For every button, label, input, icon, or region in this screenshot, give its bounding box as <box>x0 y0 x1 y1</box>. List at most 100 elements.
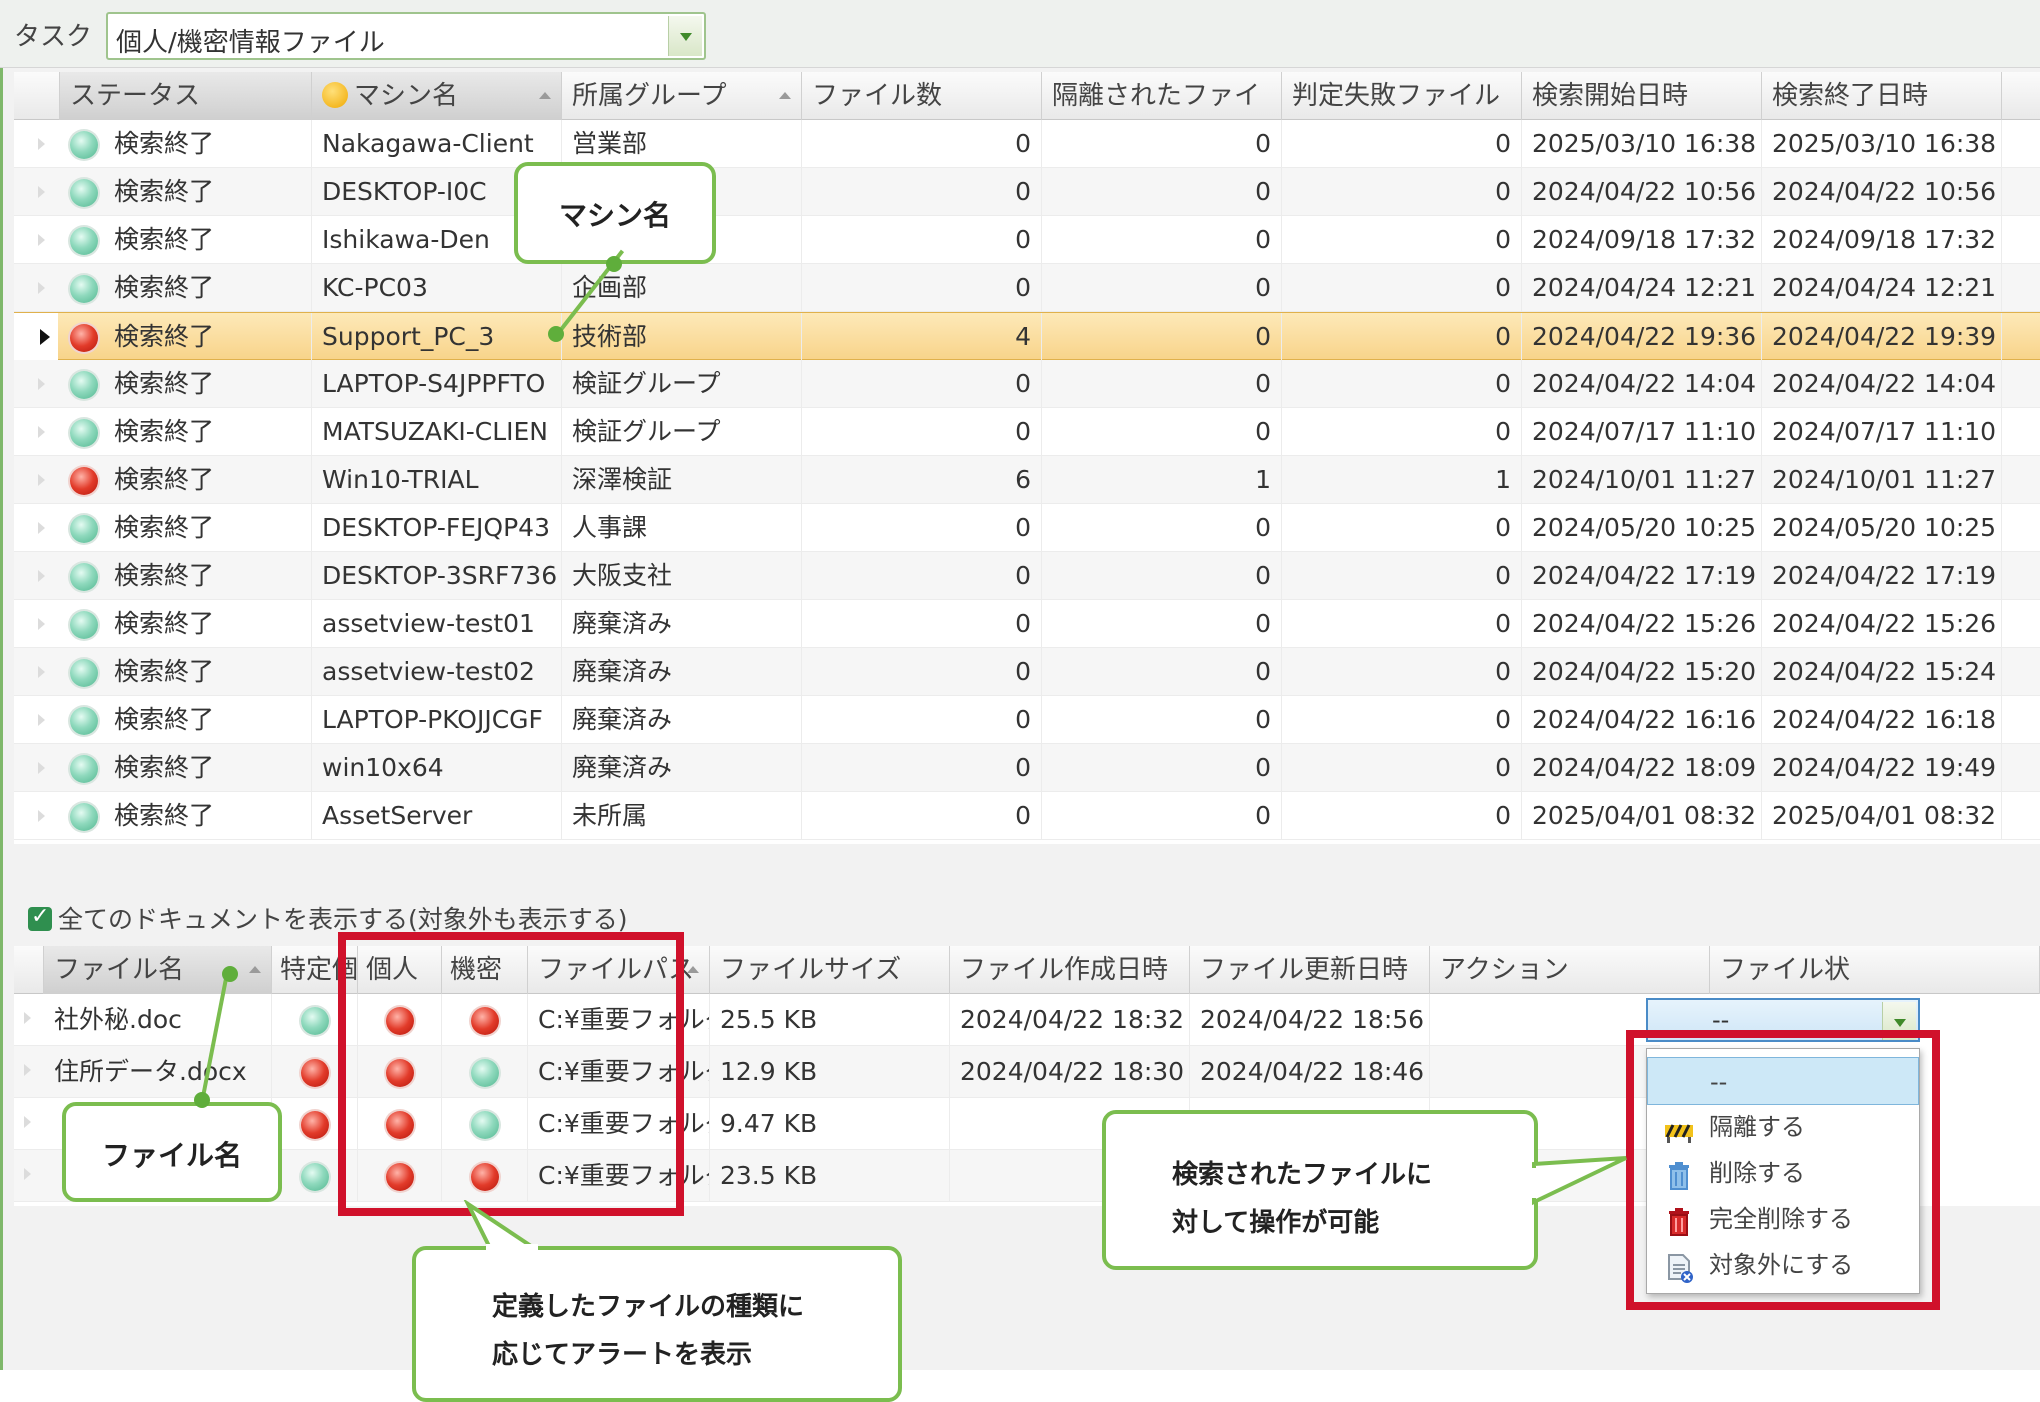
show-all-docs-checkbox[interactable]: 全てのドキュメントを表示する(対象外も表示する) <box>28 900 628 936</box>
table-row[interactable]: 検索終了 win10x64 廃棄済み 0 0 0 2024/04/22 18:09 2024/… <box>14 744 2040 792</box>
callout-action: 検索されたファイルに 対して操作が可能 <box>1102 1110 1538 1270</box>
table-row[interactable]: 検索終了 LAPTOP-S4JPPFTO 検証グループ 0 0 0 2024/04/22 1… <box>14 360 2040 408</box>
row-pointer-icon <box>38 138 45 150</box>
callout-alert: 定義したファイルの種類に 応じてアラートを表示 <box>412 1246 902 1402</box>
callout-pin-file-top <box>222 966 238 982</box>
status-cell: 検索終了 <box>60 792 312 840</box>
chevron-down-icon[interactable] <box>668 16 702 56</box>
column-header-label: 所属グループ <box>572 81 727 111</box>
column-header-5[interactable]: 隔離されたファイ <box>1042 72 1282 120</box>
file-column-header-8[interactable]: ファイル更新日時 <box>1190 946 1430 994</box>
column-header-3[interactable]: 所属グループ <box>562 72 802 120</box>
table-row-selected[interactable]: 検索終了 Support_PC_3 技術部 4 0 0 2024/04/22 19:36 20… <box>14 312 2040 361</box>
column-header-7[interactable]: 検索開始日時 <box>1522 72 1762 120</box>
group-cell: 廃棄済み <box>562 696 802 744</box>
status-cell: 検索終了 <box>60 360 312 408</box>
status-cell: 検索終了 <box>60 504 312 552</box>
start-cell: 2025/03/10 16:38 <box>1522 120 1762 168</box>
group-cell: 廃棄済み <box>562 600 802 648</box>
machine-grid-header: ステータス マシン名 所属グループ ファイル数 隔離されたファイ 判定失敗ファイル 検索開始… <box>14 72 2040 120</box>
sort-asc-icon[interactable] <box>249 966 261 973</box>
machine-cell: LAPTOP-PKOJJCGF <box>312 696 562 744</box>
status-text: 検索終了 <box>114 753 215 782</box>
start-cell: 2024/04/22 16:16 <box>1522 696 1762 744</box>
failed-cell: 0 <box>1282 408 1522 456</box>
failed-cell: 0 <box>1282 216 1522 264</box>
callout-action-line1: 検索されたファイルに <box>1172 1160 1433 1190</box>
sort-asc-icon[interactable] <box>779 92 791 99</box>
isolated-cell: 0 <box>1042 504 1282 552</box>
files-cell: 0 <box>802 696 1042 744</box>
file-column-header-1[interactable]: ファイル名 <box>44 946 272 994</box>
column-header-2[interactable]: マシン名 <box>312 72 562 120</box>
status-text: 検索終了 <box>114 705 215 734</box>
group-cell: 企画部 <box>562 264 802 312</box>
table-row[interactable]: 検索終了 DESKTOP-FEJQP43 人事課 0 0 0 2024/05/20 10:2… <box>14 504 2040 552</box>
end-cell: 2024/04/24 12:21 <box>1762 264 2002 312</box>
machine-cell: DESKTOP-FEJQP43 <box>312 504 562 552</box>
failed-cell: 0 <box>1282 264 1522 312</box>
files-cell: 0 <box>802 360 1042 408</box>
column-header-1[interactable]: ステータス <box>60 72 312 120</box>
status-cell: 検索終了 <box>60 408 312 456</box>
column-header-label: ファイルサイズ <box>720 955 902 985</box>
isolated-cell: 0 <box>1042 792 1282 840</box>
file-created-cell: 2024/04/22 18:30 <box>950 1046 1190 1098</box>
failed-cell: 0 <box>1282 120 1522 168</box>
table-row[interactable]: 検索終了 DESKTOP-3SRF736 大阪支社 0 0 0 2024/04/22 17:… <box>14 552 2040 600</box>
status-green-icon <box>70 755 98 783</box>
table-row[interactable]: 検索終了 assetview-test02 廃棄済み 0 0 0 2024/04/22 15… <box>14 648 2040 696</box>
start-cell: 2024/04/22 15:26 <box>1522 600 1762 648</box>
file-row[interactable]: 住所データ.docxC:¥重要フォルダ¥住12.9 KB2024/04/22 1… <box>14 1046 1660 1098</box>
failed-cell: 0 <box>1282 504 1522 552</box>
table-row[interactable]: 検索終了 assetview-test01 廃棄済み 0 0 0 2024/04/22 15… <box>14 600 2040 648</box>
status-green-icon <box>70 563 98 591</box>
end-cell: 2024/04/22 15:24 <box>1762 648 2002 696</box>
column-header-6[interactable]: 判定失敗ファイル <box>1282 72 1522 120</box>
status-text: 検索終了 <box>114 561 215 590</box>
status-cell: 検索終了 <box>60 552 312 600</box>
status-text: 検索終了 <box>114 609 215 638</box>
group-cell: 検証グループ <box>562 408 802 456</box>
status-green-icon <box>70 275 98 303</box>
table-row[interactable]: 検索終了 LAPTOP-PKOJJCGF 廃棄済み 0 0 0 2024/04/22 16:… <box>14 696 2040 744</box>
status-text: 検索終了 <box>114 513 215 542</box>
isolated-cell: 0 <box>1042 696 1282 744</box>
callout-pin-machine-top <box>606 256 622 272</box>
isolated-cell: 0 <box>1042 552 1282 600</box>
sort-asc-icon[interactable] <box>687 966 699 973</box>
table-row[interactable]: 検索終了 KC-PC03 企画部 0 0 0 2024/04/24 12:21 2024/04… <box>14 264 2040 312</box>
table-row[interactable]: 検索終了 MATSUZAKI-CLIEN 検証グループ 0 0 0 2024/07/17 1… <box>14 408 2040 456</box>
file-column-header-6[interactable]: ファイルサイズ <box>710 946 950 994</box>
checkbox-checked-icon[interactable] <box>28 904 52 931</box>
column-header-4[interactable]: ファイル数 <box>802 72 1042 120</box>
row-indicator <box>14 1098 44 1146</box>
file-column-header-7[interactable]: ファイル作成日時 <box>950 946 1190 994</box>
status-red-icon <box>70 324 98 352</box>
task-select[interactable]: 個人/機密情報ファイル <box>106 12 706 60</box>
row-pointer-icon <box>38 234 45 246</box>
status-green-icon <box>70 803 98 831</box>
start-cell: 2024/04/22 10:56 <box>1522 168 1762 216</box>
row-pointer-icon <box>38 186 45 198</box>
file-updated-cell: 2024/04/22 18:56 <box>1190 994 1430 1046</box>
status-text: 検索終了 <box>114 465 215 494</box>
isolated-cell: 0 <box>1042 600 1282 648</box>
sort-asc-icon[interactable] <box>539 92 551 99</box>
status-green-icon <box>70 419 98 447</box>
column-header-8[interactable]: 検索終了日時 <box>1762 72 2002 120</box>
alert-red-icon <box>300 1059 329 1087</box>
status-cell: 検索終了 <box>60 313 312 361</box>
files-cell: 0 <box>802 168 1042 216</box>
file-column-header-9[interactable]: アクション <box>1430 946 1710 994</box>
table-row[interactable]: 検索終了 AssetServer 未所属 0 0 0 2025/04/01 08:32 202… <box>14 792 2040 840</box>
file-row[interactable]: 社外秘.docC:¥重要フォルダ¥社25.5 KB2024/04/22 18:3… <box>14 994 1660 1046</box>
task-label: タスク <box>14 22 93 52</box>
table-row[interactable]: 検索終了 Win10-TRIAL 深澤検証 6 1 1 2024/10/01 11:27 20… <box>14 456 2040 504</box>
table-row[interactable]: 検索終了 Ishikawa-Den 0 0 0 2024/09/18 17:32 2024/… <box>14 216 2040 264</box>
table-row[interactable]: 検索終了 DESKTOP-I0C 0 0 0 2024/04/22 10:56 2024/0… <box>14 168 2040 216</box>
file-column-header-10[interactable]: ファイル状 <box>1710 946 2040 994</box>
start-cell: 2024/10/01 11:27 <box>1522 456 1762 504</box>
start-cell: 2024/07/17 11:10 <box>1522 408 1762 456</box>
table-row[interactable]: 検索終了 Nakagawa-Client 営業部 0 0 0 2025/03/10 16:3… <box>14 120 2040 168</box>
